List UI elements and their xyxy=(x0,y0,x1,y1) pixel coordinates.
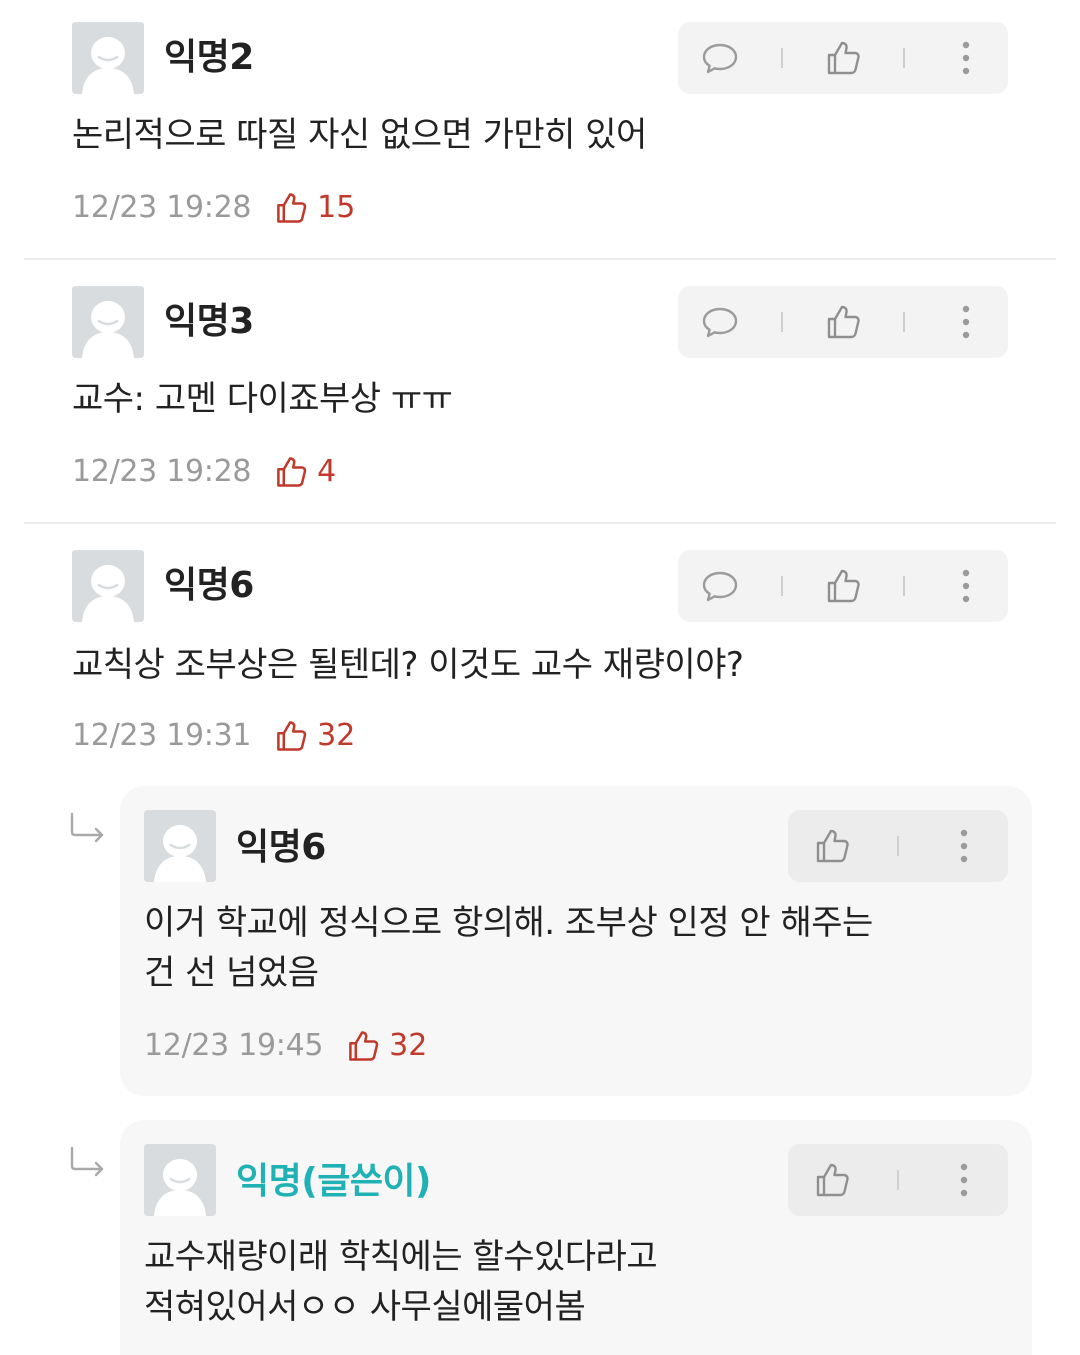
thumbs-up-icon xyxy=(812,1160,852,1200)
separator xyxy=(780,312,783,332)
comment-meta: 12/23 19:28 15 xyxy=(72,190,355,226)
thumbs-up-icon xyxy=(345,1028,381,1064)
comment-item: 익명6 교칙상 조부상은 될텐데? 이것도 교수 재량이야? 12/23 19:… xyxy=(0,528,1080,778)
separator xyxy=(896,836,899,856)
like-count: 32 xyxy=(389,1028,428,1063)
like-button[interactable] xyxy=(819,562,867,610)
avatar xyxy=(72,550,144,622)
comment-item: 익명2 논리적으로 따질 자신 없으면 가만히 있어 12/23 19:28 1… xyxy=(0,0,1080,258)
reply-button[interactable] xyxy=(696,34,744,82)
thumbs-up-icon xyxy=(273,454,309,490)
more-button[interactable] xyxy=(940,822,988,870)
vertical-dots-icon xyxy=(946,38,986,78)
more-button[interactable] xyxy=(942,298,990,346)
comment-actions xyxy=(678,286,1008,358)
vertical-dots-icon xyxy=(946,302,986,342)
comment-actions xyxy=(678,22,1008,94)
reply-text-line1: 이거 학교에 정식으로 항의해. 조부상 인정 안 해주는 xyxy=(144,903,873,943)
reply-actions xyxy=(788,810,1008,882)
more-button[interactable] xyxy=(942,562,990,610)
comment-meta: 12/23 19:31 32 xyxy=(72,718,355,754)
thumbs-up-icon xyxy=(273,190,309,226)
vertical-dots-icon xyxy=(944,1160,984,1200)
vertical-dots-icon xyxy=(944,826,984,866)
reply-text-line2: 적혀있어서ㅇㅇ 사무실에물어봄 xyxy=(144,1287,586,1327)
like-count: 32 xyxy=(317,718,356,753)
reply-arrow-icon xyxy=(68,1146,108,1182)
comment-text: 교수: 고멘 다이죠부상 ㅠㅠ xyxy=(72,379,453,419)
comment-likes: 15 xyxy=(273,190,355,226)
speech-bubble-icon xyxy=(700,566,740,606)
thumbs-up-icon xyxy=(823,302,863,342)
avatar xyxy=(144,1144,216,1216)
separator xyxy=(780,576,783,596)
separator xyxy=(903,576,906,596)
reply-text-line1: 교수재량이래 학칙에는 할수있다라고 xyxy=(144,1237,658,1277)
reply-item: 익명6 이거 학교에 정식으로 항의해. 조부상 인정 안 해주는 건 선 넘었… xyxy=(120,786,1032,1096)
thumbs-up-icon xyxy=(823,566,863,606)
reply-item: 익명(글쓴이) 교수재량이래 학칙에는 할수있다라고 적혀있어서ㅇㅇ 사무실에물… xyxy=(120,1120,1032,1355)
like-button[interactable] xyxy=(819,298,867,346)
speech-bubble-icon xyxy=(700,38,740,78)
thumbs-up-icon xyxy=(273,718,309,754)
reply-author-op: 익명(글쓴이) xyxy=(236,1161,432,1202)
avatar xyxy=(72,286,144,358)
comment-time: 12/23 19:31 xyxy=(72,718,252,753)
comment-author: 익명3 xyxy=(164,301,254,342)
reply-button[interactable] xyxy=(696,298,744,346)
separator xyxy=(903,48,906,68)
separator xyxy=(903,312,906,332)
comment-author: 익명2 xyxy=(164,37,254,78)
reply-button[interactable] xyxy=(696,562,744,610)
comment-likes: 4 xyxy=(273,454,336,490)
more-button[interactable] xyxy=(940,1156,988,1204)
separator xyxy=(780,48,783,68)
like-count: 4 xyxy=(317,454,337,489)
like-button[interactable] xyxy=(819,34,867,82)
like-button[interactable] xyxy=(808,1156,856,1204)
reply-meta: 12/23 19:45 32 xyxy=(144,1028,427,1064)
vertical-dots-icon xyxy=(946,566,986,606)
comment-item: 익명3 교수: 고멘 다이죠부상 ㅠㅠ 12/23 19:28 4 xyxy=(0,264,1080,522)
comment-time: 12/23 19:28 xyxy=(72,190,252,225)
speech-bubble-icon xyxy=(700,302,740,342)
separator xyxy=(896,1170,899,1190)
divider xyxy=(24,522,1056,524)
comment-text: 논리적으로 따질 자신 없으면 가만히 있어 xyxy=(72,115,647,155)
reply-author: 익명6 xyxy=(236,827,326,868)
comment-actions xyxy=(678,550,1008,622)
avatar xyxy=(144,810,216,882)
comment-meta: 12/23 19:28 4 xyxy=(72,454,336,490)
comment-text: 교칙상 조부상은 될텐데? 이것도 교수 재량이야? xyxy=(72,645,744,685)
reply-time: 12/23 19:45 xyxy=(144,1028,324,1063)
reply-likes: 32 xyxy=(345,1028,427,1064)
reply-arrow-icon xyxy=(68,812,108,848)
divider xyxy=(24,258,1056,260)
reply-text-line2: 건 선 넘었음 xyxy=(144,953,319,993)
like-count: 15 xyxy=(317,190,356,225)
comment-time: 12/23 19:28 xyxy=(72,454,252,489)
thumbs-up-icon xyxy=(823,38,863,78)
comment-author: 익명6 xyxy=(164,565,254,606)
reply-actions xyxy=(788,1144,1008,1216)
comment-likes: 32 xyxy=(273,718,355,754)
avatar xyxy=(72,22,144,94)
more-button[interactable] xyxy=(942,34,990,82)
thumbs-up-icon xyxy=(812,826,852,866)
like-button[interactable] xyxy=(808,822,856,870)
